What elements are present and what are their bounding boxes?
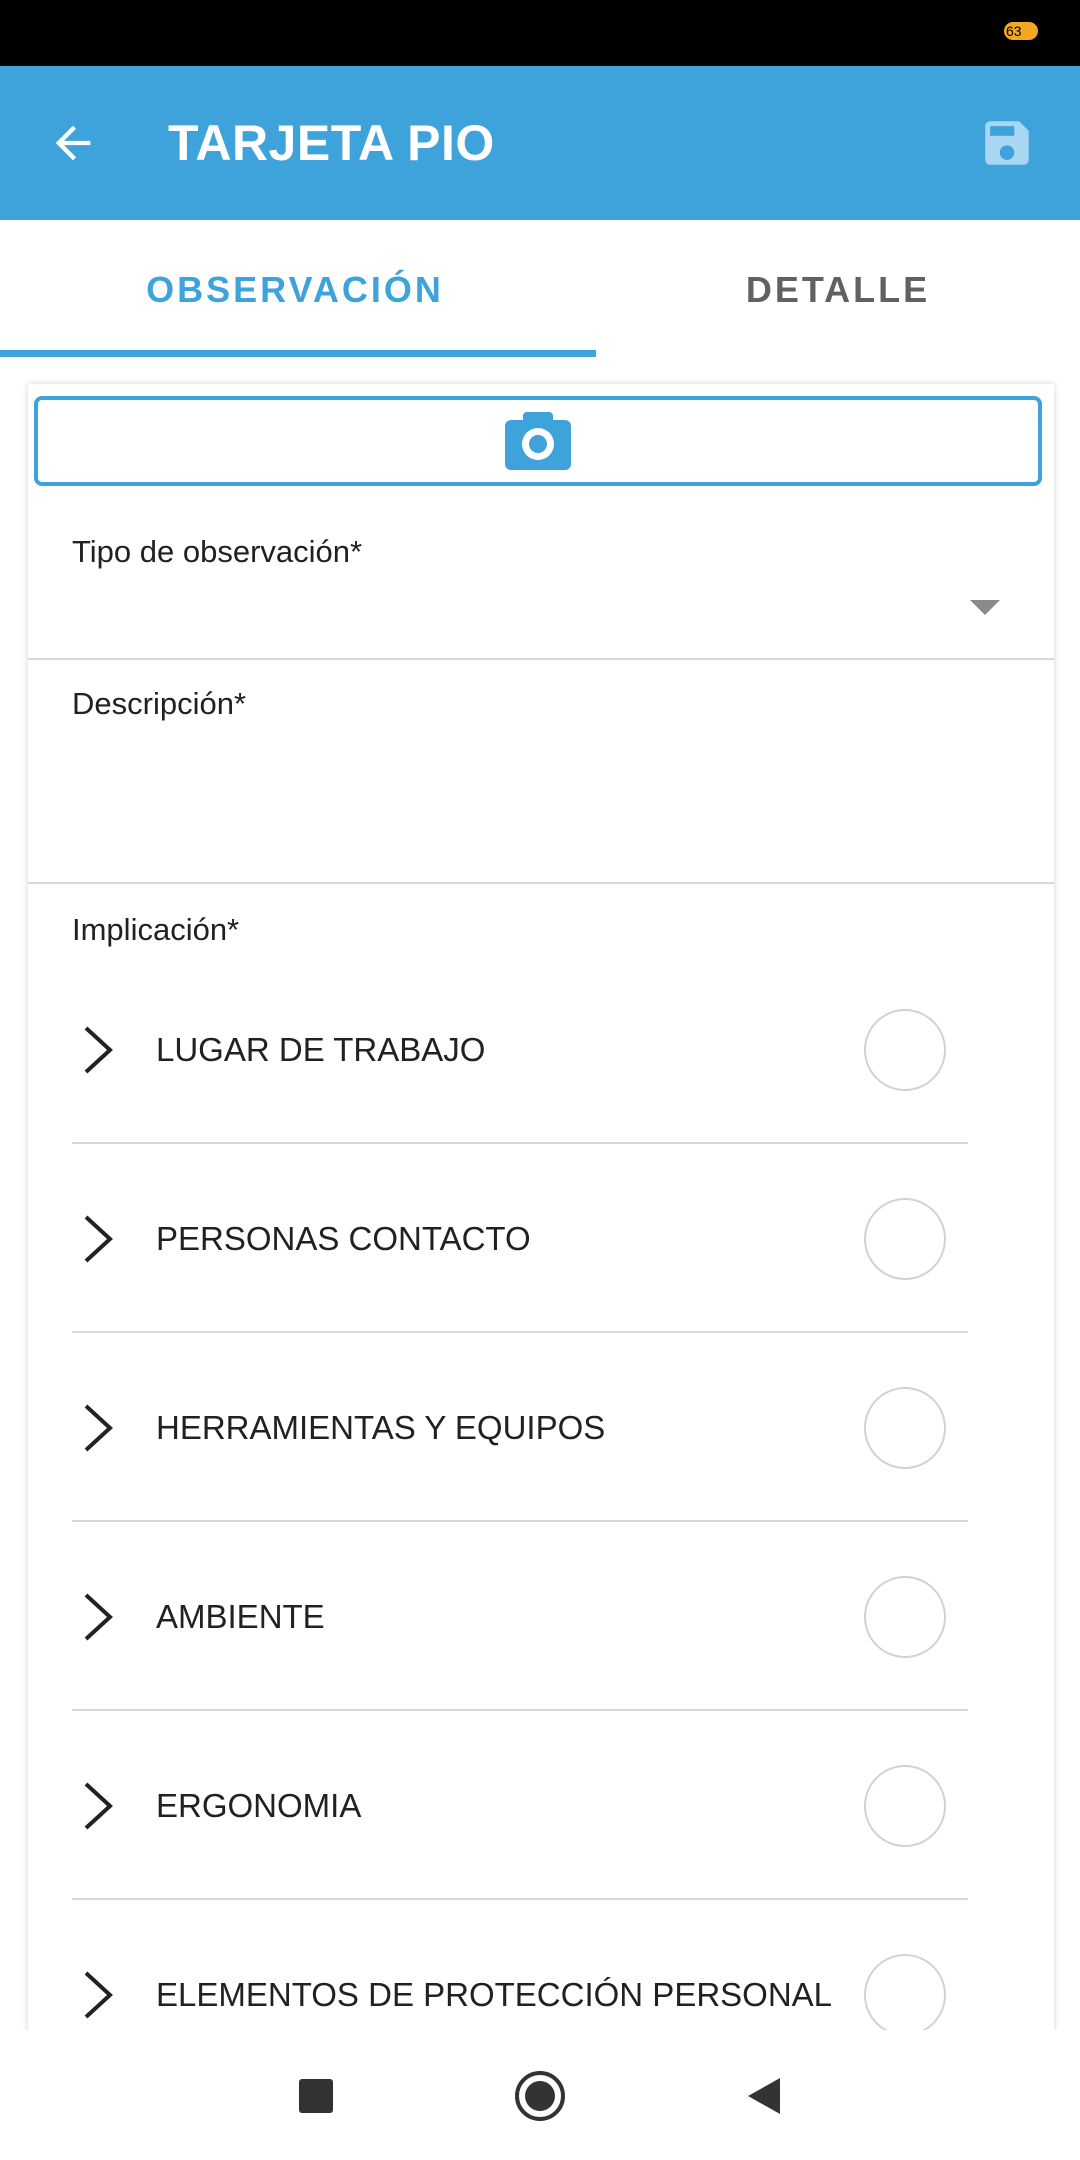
home-button[interactable] xyxy=(514,2070,566,2122)
camera-icon xyxy=(505,412,571,470)
implicacion-item-label: AMBIENTE xyxy=(156,1598,325,1635)
descripcion-input[interactable] xyxy=(28,674,1054,880)
chevron-right-icon xyxy=(84,1404,113,1452)
implicacion-item-label: ERGONOMIA xyxy=(156,1787,362,1824)
radio-button[interactable] xyxy=(864,1954,946,2036)
floppy-disk-icon xyxy=(985,121,1029,165)
app-bar: TARJETA PIO xyxy=(0,66,1080,220)
chevron-right-icon xyxy=(84,1971,113,2019)
tab-detalle[interactable]: DETALLE xyxy=(568,220,1080,360)
active-tab-indicator xyxy=(0,350,596,357)
chevron-right-icon xyxy=(84,1026,113,1074)
implicacion-item-label: HERRAMIENTAS Y EQUIPOS xyxy=(156,1409,606,1446)
recents-button[interactable] xyxy=(290,2070,342,2122)
implicacion-item-ergonomia[interactable]: ERGONOMIA xyxy=(72,1712,994,1900)
divider xyxy=(72,1331,968,1333)
chevron-right-icon xyxy=(84,1593,113,1641)
implicacion-item-personas-contacto[interactable]: PERSONAS CONTACTO xyxy=(72,1145,994,1333)
implicacion-label: Implicación* xyxy=(72,912,240,947)
implicacion-item-herramientas-y-equipos[interactable]: HERRAMIENTAS Y EQUIPOS xyxy=(72,1334,994,1522)
arrow-left-icon xyxy=(55,125,91,161)
implicacion-item-label: PERSONAS CONTACTO xyxy=(156,1220,531,1257)
status-bar: 63 xyxy=(0,0,1080,66)
divider xyxy=(72,1709,968,1711)
tab-bar: OBSERVACIÓN DETALLE xyxy=(0,220,1080,360)
circle-home-icon xyxy=(515,2071,565,2121)
divider xyxy=(28,658,1054,660)
save-button[interactable] xyxy=(974,110,1040,176)
radio-button[interactable] xyxy=(864,1765,946,1847)
divider xyxy=(72,1520,968,1522)
implicacion-item-label: LUGAR DE TRABAJO xyxy=(156,1031,486,1068)
add-photo-button[interactable] xyxy=(34,396,1042,486)
tab-observacion[interactable]: OBSERVACIÓN xyxy=(55,220,535,360)
implicacion-item-lugar-de-trabajo[interactable]: LUGAR DE TRABAJO xyxy=(72,956,994,1144)
radio-button[interactable] xyxy=(864,1009,946,1091)
page-title: TARJETA PIO xyxy=(168,115,495,171)
triangle-back-icon xyxy=(748,2078,780,2114)
radio-button[interactable] xyxy=(864,1387,946,1469)
divider xyxy=(28,882,1054,884)
system-navigation-bar xyxy=(0,2030,1080,2160)
observation-form-card: Tipo de observación* Descripción* Implic… xyxy=(28,384,1054,2036)
chevron-right-icon xyxy=(84,1782,113,1830)
chevron-right-icon xyxy=(84,1215,113,1263)
tipo-observacion-select[interactable] xyxy=(28,514,1054,644)
divider xyxy=(72,1898,968,1900)
divider xyxy=(72,1142,968,1144)
radio-button[interactable] xyxy=(864,1576,946,1658)
radio-button[interactable] xyxy=(864,1198,946,1280)
nav-back-button[interactable] xyxy=(738,2070,790,2122)
implicacion-item-ambiente[interactable]: AMBIENTE xyxy=(72,1523,994,1711)
chevron-down-icon[interactable] xyxy=(970,600,1000,615)
square-recents-icon xyxy=(299,2079,333,2113)
back-button[interactable] xyxy=(40,110,106,176)
battery-indicator: 63 xyxy=(1004,22,1038,40)
